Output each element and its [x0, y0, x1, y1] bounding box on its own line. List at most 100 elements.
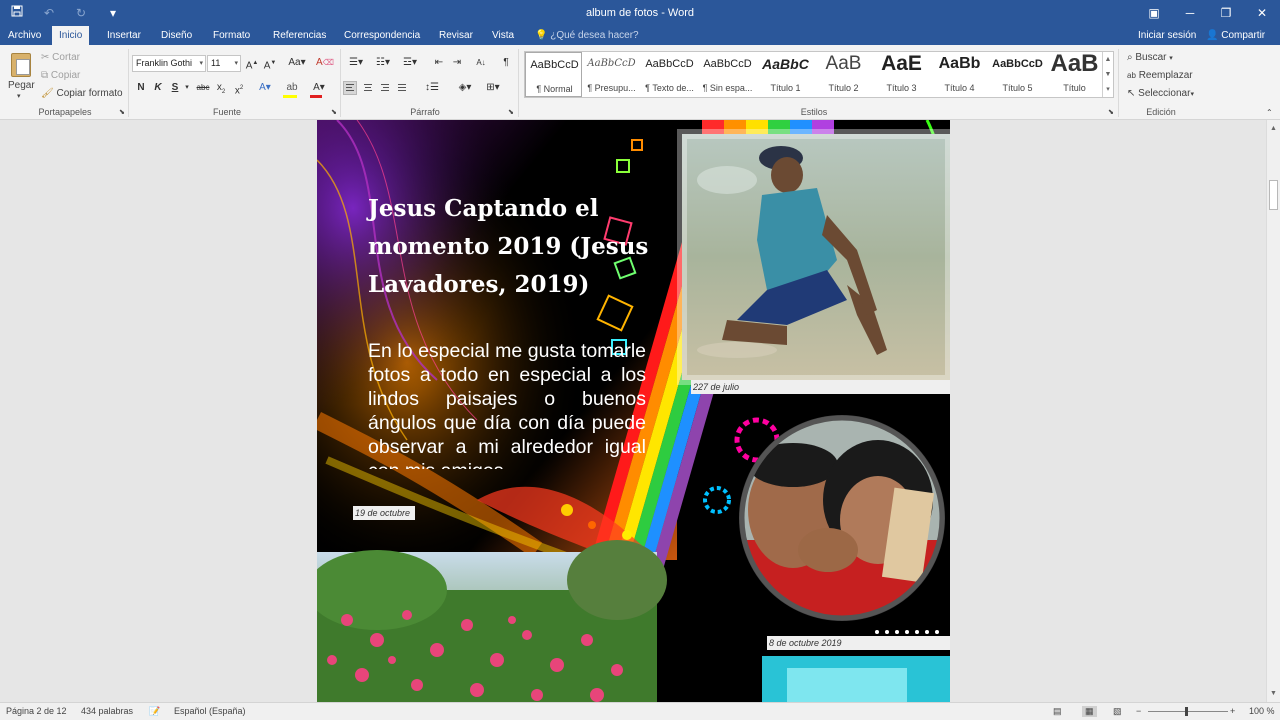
web-layout-icon[interactable]: ▧: [1113, 706, 1122, 717]
cut-button[interactable]: ✂ Cortar: [41, 52, 80, 63]
caption-photo2[interactable]: 8 de octubre 2019: [767, 636, 950, 650]
shrink-font-icon[interactable]: A▼: [263, 56, 277, 71]
chevron-down-icon[interactable]: ▾: [180, 81, 194, 95]
tab-inicio[interactable]: Inicio: [52, 26, 90, 45]
italic-icon[interactable]: K: [151, 81, 165, 95]
word-count[interactable]: 434 palabras: [81, 706, 133, 716]
paragraph-launcher-icon[interactable]: ⬊: [508, 108, 514, 116]
scroll-up-icon[interactable]: ▲: [1267, 122, 1280, 135]
sort-icon[interactable]: A↓: [473, 56, 489, 70]
vertical-scrollbar[interactable]: ▲ ▼: [1266, 120, 1280, 702]
photo-friends-circle[interactable]: [738, 415, 946, 621]
line-spacing-icon[interactable]: ↕☰: [421, 81, 443, 95]
copy-button[interactable]: ⧉ Copiar: [41, 70, 80, 81]
justify-icon[interactable]: [398, 84, 406, 93]
document-body-text[interactable]: En lo especial me gusta tomarle fotos a …: [368, 339, 646, 469]
collapse-ribbon-icon[interactable]: ⌃: [1266, 108, 1273, 117]
tab-diseno[interactable]: Diseño: [154, 26, 199, 45]
redo-icon[interactable]: ↻: [72, 4, 90, 22]
restore-icon[interactable]: ❐: [1208, 0, 1244, 26]
page-count[interactable]: Página 2 de 12: [6, 706, 67, 716]
undo-icon[interactable]: ↶: [40, 4, 58, 22]
photo-turquoise[interactable]: [762, 656, 950, 702]
align-center-icon[interactable]: [364, 84, 372, 93]
borders-icon[interactable]: ⊞▾: [482, 81, 504, 95]
print-layout-icon[interactable]: ▦: [1082, 706, 1097, 717]
change-case-icon[interactable]: Aa▾: [286, 56, 308, 70]
font-name-combo[interactable]: Franklin Gothi ▾: [132, 55, 206, 72]
strikethrough-icon[interactable]: abc: [195, 81, 211, 95]
font-size-combo[interactable]: 11 ▾: [207, 55, 241, 72]
chevron-up-icon[interactable]: ▲: [1103, 52, 1113, 67]
scroll-thumb[interactable]: [1269, 180, 1278, 210]
style-titulo-4[interactable]: AaBb Título 4: [931, 52, 988, 97]
paste-button[interactable]: Pegar: [8, 80, 35, 91]
zoom-level[interactable]: 100 %: [1249, 706, 1275, 716]
style-titulo-5[interactable]: AaBbCcD Título 5: [989, 52, 1046, 97]
increase-indent-icon[interactable]: ⇥: [450, 56, 464, 70]
tab-insertar[interactable]: Insertar: [100, 26, 148, 45]
subscript-icon[interactable]: x2: [214, 81, 228, 95]
styles-launcher-icon[interactable]: ⬊: [1108, 108, 1114, 116]
zoom-slider-thumb[interactable]: [1185, 707, 1188, 716]
caption-left[interactable]: 19 de octubre: [353, 506, 415, 520]
more-styles-icon[interactable]: ▾: [1103, 82, 1113, 97]
document-title[interactable]: Jesus Captando el momento 2019 (Jesus La…: [368, 190, 658, 304]
highlight-icon[interactable]: ab: [282, 81, 302, 95]
numbering-icon[interactable]: ☷▾: [371, 56, 395, 70]
zoom-in-icon[interactable]: +: [1230, 706, 1235, 716]
caption-photo1[interactable]: 227 de julio: [691, 380, 950, 394]
tab-correspondencia[interactable]: Correspondencia: [337, 26, 427, 45]
zoom-out-icon[interactable]: −: [1136, 706, 1141, 716]
close-icon[interactable]: ✕: [1244, 0, 1280, 26]
scroll-down-icon[interactable]: ▼: [1267, 687, 1280, 700]
find-button[interactable]: ⌕ Buscar ▾: [1127, 52, 1173, 63]
save-icon[interactable]: [8, 4, 26, 22]
tell-me-box[interactable]: 💡 ¿Qué desea hacer?: [535, 26, 639, 45]
tab-referencias[interactable]: Referencias: [266, 26, 333, 45]
chevron-down-icon[interactable]: ▼: [1103, 67, 1113, 82]
minimize-icon[interactable]: ─: [1172, 0, 1208, 26]
paste-dropdown-icon[interactable]: ▾: [17, 92, 21, 100]
share-button[interactable]: 👤 Compartir: [1206, 26, 1265, 45]
language-indicator[interactable]: Español (España): [174, 706, 246, 716]
tab-vista[interactable]: Vista: [485, 26, 521, 45]
format-painter-button[interactable]: 🖌 Copiar formato: [41, 88, 123, 99]
tab-revisar[interactable]: Revisar: [432, 26, 480, 45]
multilevel-list-icon[interactable]: ☲▾: [398, 56, 422, 70]
style-titulo-1[interactable]: AaBbC Título 1: [757, 52, 814, 97]
style-titulo-3[interactable]: AaE Título 3: [873, 52, 930, 97]
style-presupuesto[interactable]: AaBbCcD ¶ Presupu...: [583, 52, 640, 97]
font-color-icon[interactable]: A▾: [309, 81, 329, 95]
font-launcher-icon[interactable]: ⬊: [331, 108, 337, 116]
photo-flowers[interactable]: [317, 540, 667, 702]
grow-font-icon[interactable]: A▲: [245, 56, 259, 71]
signin-link[interactable]: Iniciar sesión: [1138, 26, 1196, 45]
style-titulo[interactable]: AaB Título: [1047, 52, 1102, 97]
document-page[interactable]: Jesus Captando el momento 2019 (Jesus La…: [317, 120, 950, 702]
photo-boy-in-water[interactable]: [677, 129, 950, 385]
select-button[interactable]: ↖ Seleccionar▾: [1127, 88, 1194, 99]
gallery-scroll[interactable]: ▲ ▼ ▾: [1102, 52, 1113, 97]
style-sin-espaciado[interactable]: AaBbCcD ¶ Sin espa...: [699, 52, 756, 97]
tab-formato[interactable]: Formato: [206, 26, 257, 45]
zoom-slider[interactable]: [1148, 711, 1228, 712]
proofing-icon[interactable]: 📝: [149, 706, 160, 717]
clear-formatting-icon[interactable]: A⌫: [316, 56, 334, 70]
show-marks-icon[interactable]: ¶: [499, 56, 513, 70]
decrease-indent-icon[interactable]: ⇤: [432, 56, 446, 70]
style-normal[interactable]: AaBbCcD ¶ Normal: [525, 52, 582, 97]
replace-button[interactable]: ab Reemplazar: [1127, 70, 1193, 81]
bold-icon[interactable]: N: [134, 81, 148, 95]
superscript-icon[interactable]: x2: [232, 81, 246, 96]
read-mode-icon[interactable]: ▤: [1053, 706, 1062, 717]
paste-icon[interactable]: [11, 53, 31, 77]
shading-icon[interactable]: ◈▾: [454, 81, 476, 95]
align-right-icon[interactable]: [381, 84, 389, 93]
tab-archivo[interactable]: Archivo: [1, 26, 48, 45]
customize-qat-icon[interactable]: ▾: [104, 4, 122, 22]
style-titulo-2[interactable]: AaB Título 2: [815, 52, 872, 97]
text-effects-icon[interactable]: A▾: [255, 81, 275, 95]
bullets-icon[interactable]: ☰▾: [344, 56, 368, 70]
clipboard-launcher-icon[interactable]: ⬊: [119, 108, 125, 116]
